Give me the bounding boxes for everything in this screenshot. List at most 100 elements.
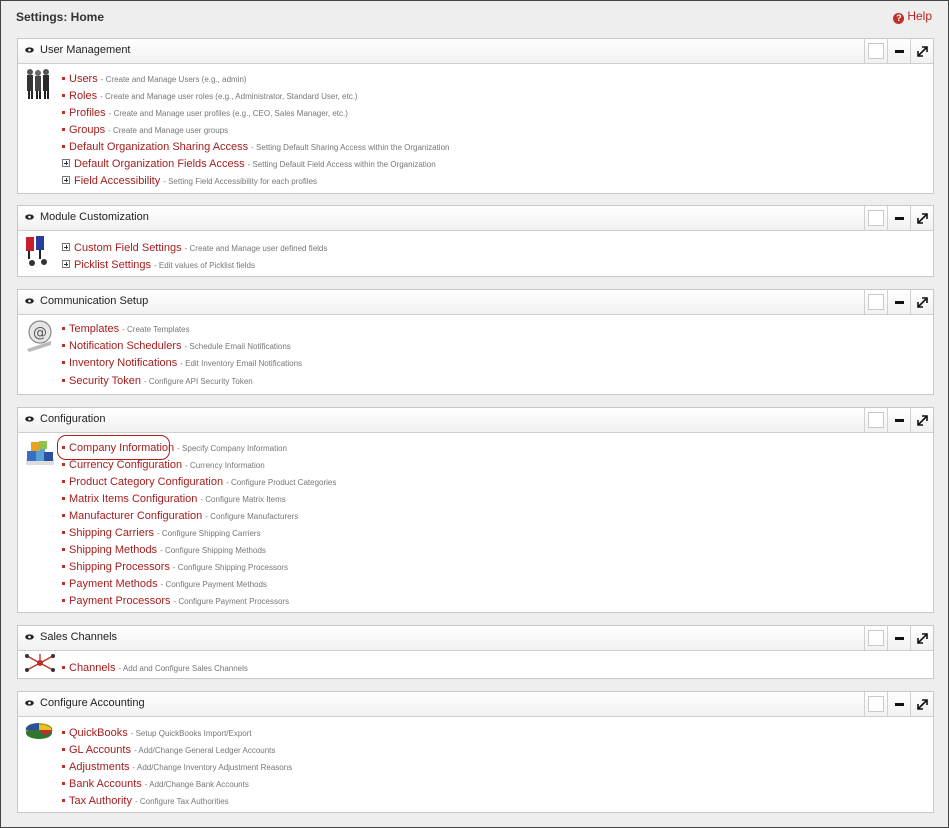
svg-text:@: @ <box>33 325 47 341</box>
panel-header: Communication Setup <box>18 290 933 315</box>
item-description: - Setup QuickBooks Import/Export <box>130 729 252 738</box>
minimize-button[interactable] <box>887 290 910 314</box>
expand-button[interactable] <box>910 290 933 314</box>
minimize-icon <box>894 418 904 422</box>
panel-title: Configuration <box>40 413 106 425</box>
accounting-icon <box>25 722 53 739</box>
expand-button[interactable] <box>910 206 933 230</box>
notification-schedulers-link[interactable]: Notification Schedulers <box>69 340 182 352</box>
expand-plus-icon[interactable] <box>62 176 70 184</box>
item-description: - Configure Tax Authorities <box>134 797 229 806</box>
list-item: Roles - Create and Manage user roles (e.g… <box>62 87 358 103</box>
list-item: Shipping Methods - Configure Shipping Met… <box>62 541 266 557</box>
list-item: Groups - Create and Manage user groups <box>62 121 228 137</box>
gl-accounts-link[interactable]: GL Accounts <box>69 744 131 756</box>
eye-icon[interactable] <box>25 214 34 220</box>
minimize-button[interactable] <box>887 626 910 650</box>
minimize-icon <box>894 300 904 304</box>
item-description: - Configure Shipping Carriers <box>156 529 261 538</box>
product-category-configuration-link[interactable]: Product Category Configuration <box>69 476 223 488</box>
module-customization-icon <box>26 236 47 266</box>
expand-icon <box>916 698 928 710</box>
channels-link[interactable]: Channels <box>69 662 115 674</box>
users-icon <box>27 69 49 99</box>
item-description: - Configure API Security Token <box>143 377 253 386</box>
item-description: - Specify Company Information <box>177 444 287 453</box>
item-description: - Create and Manage user groups <box>108 126 229 135</box>
bullet-icon <box>62 799 65 802</box>
minimize-button[interactable] <box>887 408 910 432</box>
select-checkbox[interactable] <box>864 692 887 716</box>
tax-authority-link[interactable]: Tax Authority <box>69 795 132 807</box>
groups-link[interactable]: Groups <box>69 124 105 136</box>
eye-icon[interactable] <box>25 298 34 304</box>
panel-title: Sales Channels <box>40 631 118 643</box>
custom-field-settings-link[interactable]: Custom Field Settings <box>74 242 182 254</box>
users-link[interactable]: Users <box>69 73 98 85</box>
default-org-sharing-access-link[interactable]: Default Organization Sharing Access <box>69 141 248 153</box>
select-checkbox[interactable] <box>864 206 887 230</box>
configuration-icon <box>26 441 54 465</box>
eye-icon[interactable] <box>25 700 34 706</box>
list-item: Custom Field Settings - Create and Manage… <box>62 239 327 255</box>
panel-header: User Management <box>18 39 933 64</box>
panel-sales-channels: Sales Channels Channels - Add and Configu… <box>17 625 934 679</box>
panel-configuration: Configuration Company Information - Speci… <box>17 407 934 613</box>
eye-icon[interactable] <box>25 47 34 53</box>
company-information-link[interactable]: Company Information <box>69 442 174 454</box>
bullet-icon <box>62 379 65 382</box>
eye-icon[interactable] <box>25 634 34 640</box>
bullet-icon <box>62 361 65 364</box>
bullet-icon <box>62 748 65 751</box>
bullet-icon <box>62 531 65 534</box>
item-description: - Edit values of Picklist fields <box>154 261 255 270</box>
eye-icon[interactable] <box>25 416 34 422</box>
payment-methods-link[interactable]: Payment Methods <box>69 578 158 590</box>
item-description: - Create and Manage Users (e.g., admin) <box>100 75 247 84</box>
help-link[interactable]: ? Help <box>893 9 932 24</box>
select-checkbox[interactable] <box>864 290 887 314</box>
select-checkbox[interactable] <box>864 626 887 650</box>
expand-button[interactable] <box>910 408 933 432</box>
profiles-link[interactable]: Profiles <box>69 107 106 119</box>
manufacturer-configuration-link[interactable]: Manufacturer Configuration <box>69 510 202 522</box>
payment-processors-link[interactable]: Payment Processors <box>69 595 170 607</box>
templates-link[interactable]: Templates <box>69 323 119 335</box>
list-item: Adjustments - Add/Change Inventory Adjust… <box>62 758 292 774</box>
security-token-link[interactable]: Security Token <box>69 375 141 387</box>
minimize-button[interactable] <box>887 206 910 230</box>
inventory-notifications-link[interactable]: Inventory Notifications <box>69 357 177 369</box>
adjustments-link[interactable]: Adjustments <box>69 761 130 773</box>
select-checkbox[interactable] <box>864 39 887 63</box>
field-accessibility-link[interactable]: Field Accessibility <box>74 175 160 187</box>
picklist-settings-link[interactable]: Picklist Settings <box>74 259 151 271</box>
list-item: Picklist Settings - Edit values of Pickli… <box>62 256 255 272</box>
communication-icon: @ <box>27 320 52 352</box>
bullet-icon <box>62 145 65 148</box>
expand-button[interactable] <box>910 692 933 716</box>
shipping-carriers-link[interactable]: Shipping Carriers <box>69 527 154 539</box>
shipping-processors-link[interactable]: Shipping Processors <box>69 561 170 573</box>
expand-plus-icon[interactable] <box>62 243 70 251</box>
item-description: - Create Templates <box>122 325 190 334</box>
minimize-button[interactable] <box>887 39 910 63</box>
shipping-methods-link[interactable]: Shipping Methods <box>69 544 157 556</box>
expand-button[interactable] <box>910 626 933 650</box>
currency-configuration-link[interactable]: Currency Configuration <box>69 459 182 471</box>
list-item: Default Organization Sharing Access - Set… <box>62 138 449 154</box>
minimize-button[interactable] <box>887 692 910 716</box>
bank-accounts-link[interactable]: Bank Accounts <box>69 778 142 790</box>
bullet-icon <box>62 782 65 785</box>
panel-title: Configure Accounting <box>40 697 145 709</box>
expand-icon <box>916 296 928 308</box>
select-checkbox[interactable] <box>864 408 887 432</box>
default-org-fields-access-link[interactable]: Default Organization Fields Access <box>74 158 245 170</box>
roles-link[interactable]: Roles <box>69 90 97 102</box>
expand-plus-icon[interactable] <box>62 260 70 268</box>
quickbooks-link[interactable]: QuickBooks <box>69 727 128 739</box>
expand-button[interactable] <box>910 39 933 63</box>
matrix-items-configuration-link[interactable]: Matrix Items Configuration <box>69 493 197 505</box>
item-description: - Edit Inventory Email Notifications <box>180 359 303 368</box>
page-title: Settings: Home <box>16 10 105 24</box>
expand-plus-icon[interactable] <box>62 159 70 167</box>
